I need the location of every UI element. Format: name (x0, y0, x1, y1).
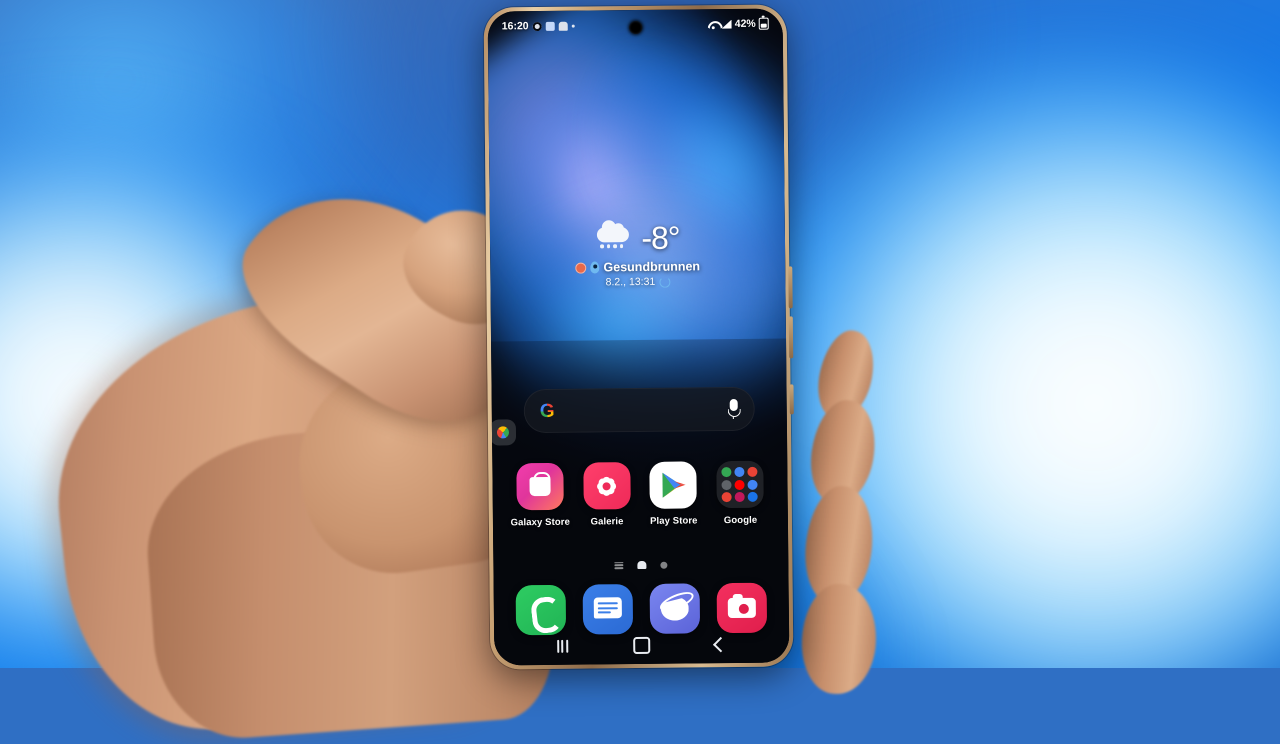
phone-screen[interactable]: 16:20 42% -8° Gesundbrunnen 8.2., 13:31 … (487, 8, 790, 666)
weather-location-label: Gesundbrunnen (603, 259, 701, 275)
screenshot-icon (545, 21, 555, 31)
app-label: Play Store (650, 515, 698, 527)
messages-icon[interactable] (582, 584, 634, 635)
camera-icon[interactable] (716, 582, 767, 634)
refresh-icon[interactable] (659, 276, 671, 288)
apps-list-icon[interactable] (614, 561, 624, 569)
smartphone-device: 16:20 42% -8° Gesundbrunnen 8.2., 13:31 … (483, 4, 794, 670)
app-google-folder[interactable]: Google (709, 460, 772, 527)
status-bar-clock: 16:20 (501, 20, 529, 33)
front-camera-punch-hole (628, 20, 642, 35)
location-pin-icon (590, 261, 600, 274)
home-page-icon[interactable] (637, 560, 647, 570)
weather-temperature: -8° (641, 219, 680, 256)
weather-updated-label: 8.2., 13:31 (605, 275, 656, 289)
app-galerie[interactable]: Galerie (575, 462, 638, 528)
app-play-store[interactable]: Play Store (642, 461, 705, 527)
folder-mini-icon (734, 466, 745, 477)
weather-updated-row: 8.2., 13:31 (605, 275, 671, 289)
navigation-bar (494, 626, 789, 663)
gallery-flower-icon (582, 462, 631, 510)
app-label: Galerie (590, 516, 624, 528)
weather-main-row: -8° (595, 219, 680, 256)
back-icon[interactable] (713, 636, 729, 652)
volume-up-button[interactable] (788, 266, 793, 309)
folder-mini-icon (747, 466, 758, 477)
signal-icon (722, 20, 732, 29)
app-label: Galaxy Store (510, 516, 571, 529)
folder-mini-icon (748, 491, 759, 502)
app-label: Google (723, 514, 758, 527)
air-quality-badge-icon (575, 262, 587, 274)
galaxy-store-icon (516, 462, 564, 511)
contact-icon (558, 21, 568, 31)
dot-icon (571, 24, 575, 28)
folder-mini-icon (747, 479, 759, 490)
page-dot-icon[interactable] (660, 561, 668, 569)
samsung-internet-icon[interactable] (649, 583, 700, 634)
google-search-bar[interactable]: G (523, 386, 755, 434)
google-folder-icon (716, 460, 764, 509)
folder-mini-icon (721, 492, 732, 503)
weather-location-row: Gesundbrunnen (575, 259, 700, 274)
folder-mini-icon (721, 467, 732, 478)
google-g-logo: G (539, 400, 555, 422)
app-grid: Galaxy Store Galerie Play Store Google (506, 460, 774, 529)
folder-mini-icon (721, 479, 732, 490)
gear-icon (532, 21, 542, 31)
folder-icon-grid (721, 466, 759, 503)
microphone-icon[interactable] (728, 399, 739, 420)
battery-percent-label: 42% (734, 17, 756, 30)
recents-icon[interactable] (556, 639, 568, 653)
folder-mini-icon (734, 479, 745, 490)
play-store-icon (649, 461, 698, 509)
power-button[interactable] (789, 384, 794, 415)
app-galaxy-store[interactable]: Galaxy Store (509, 462, 572, 529)
status-bar-right: 42% (708, 17, 769, 31)
weather-widget[interactable]: -8° Gesundbrunnen 8.2., 13:31 (490, 220, 786, 289)
chrome-icon[interactable] (489, 419, 517, 446)
wifi-icon (708, 20, 719, 29)
folder-mini-icon (734, 491, 746, 502)
status-bar-left: 16:20 (501, 20, 575, 33)
home-icon[interactable] (633, 636, 651, 654)
battery-icon (758, 17, 769, 30)
snow-cloud-icon (595, 223, 633, 253)
volume-down-button[interactable] (788, 316, 794, 359)
phone-icon[interactable] (515, 584, 567, 636)
